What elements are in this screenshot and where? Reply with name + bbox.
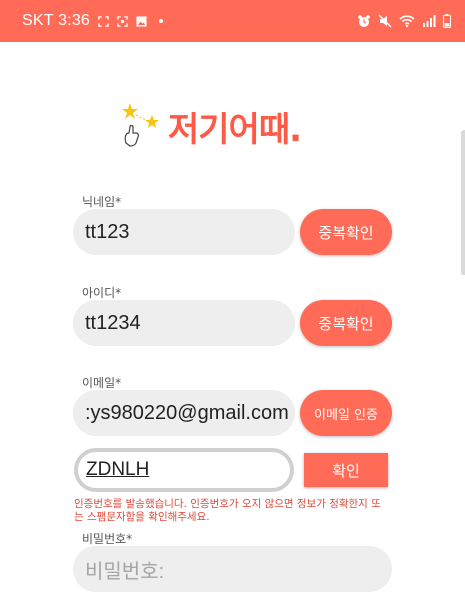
gallery-icon — [136, 15, 147, 27]
verification-notice: 인증번호를 발송했습니다. 인증번호가 오지 않으면 정보가 정확한지 또는 스… — [74, 498, 381, 523]
email-label: 이메일* — [82, 376, 122, 390]
sparkle-hand-icon — [122, 103, 159, 147]
email-verify-button[interactable]: 이메일 인증 — [300, 390, 392, 436]
verification-confirm-button[interactable]: 확인 — [304, 453, 388, 487]
user-id-duplicate-check-button[interactable]: 중복확인 — [300, 300, 392, 346]
status-left: SKT 3:36 — [22, 12, 164, 30]
alarm-icon — [358, 15, 370, 27]
scrollbar[interactable] — [461, 130, 465, 275]
password-label: 비밀번호* — [82, 532, 133, 546]
dot-icon — [159, 19, 164, 23]
status-right — [357, 14, 451, 28]
user-id-label: 아이디* — [82, 286, 122, 300]
mute-icon — [378, 14, 392, 28]
nickname-duplicate-check-button[interactable]: 중복확인 — [300, 209, 392, 255]
wifi-icon — [399, 15, 415, 28]
screenshot-icon — [98, 15, 109, 27]
signal-icon — [423, 15, 436, 27]
status-bar: SKT 3:36 — [0, 0, 465, 42]
battery-icon — [443, 14, 451, 28]
nickname-label: 닉네임* — [82, 195, 122, 209]
logo-text: 저기어때. — [168, 109, 302, 150]
email-input[interactable]: :ys980220@gmail.com — [73, 390, 295, 436]
password-input[interactable]: 비밀번호: — [73, 546, 392, 592]
nickname-input[interactable]: tt123 — [73, 209, 295, 255]
carrier-time: SKT 3:36 — [22, 12, 91, 29]
user-id-input[interactable]: tt1234 — [73, 300, 295, 346]
verification-code-input[interactable]: ZDNLH — [74, 448, 294, 492]
scan-icon — [117, 15, 128, 27]
app-logo: 저기어때. — [118, 96, 302, 156]
